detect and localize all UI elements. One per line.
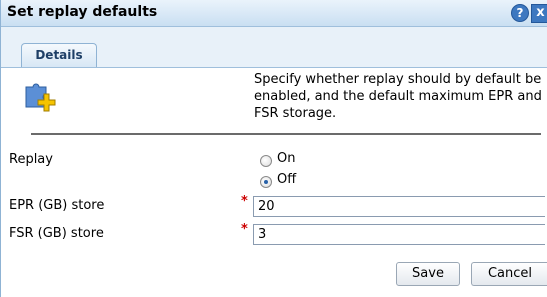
help-icon[interactable]: ?	[511, 4, 529, 22]
details-panel: Specify whether replay should by default…	[1, 68, 547, 297]
fsr-store-field[interactable]	[253, 224, 545, 245]
dialog-description: Specify whether replay should by default…	[254, 72, 542, 121]
dialog-title: Set replay defaults	[7, 4, 158, 20]
fsr-required-mark: *	[241, 222, 248, 237]
tab-details[interactable]: Details	[21, 43, 97, 67]
section-divider	[31, 133, 541, 135]
replay-off-radio[interactable]	[260, 176, 272, 188]
replay-on-label[interactable]: On	[277, 151, 295, 166]
puzzle-plugin-add-icon	[25, 83, 56, 112]
replay-off-label[interactable]: Off	[277, 172, 296, 187]
replay-on-radio[interactable]	[260, 155, 272, 167]
save-button[interactable]: Save	[396, 262, 460, 286]
epr-store-label: EPR (GB) store	[9, 198, 105, 213]
cancel-button[interactable]: Cancel	[471, 262, 547, 286]
replay-label: Replay	[9, 152, 53, 167]
close-icon[interactable]: x	[531, 4, 547, 23]
epr-store-field[interactable]	[253, 196, 545, 217]
dialog-titlebar: Set replay defaults ? x	[1, 0, 547, 27]
fsr-store-label: FSR (GB) store	[9, 226, 104, 241]
set-replay-defaults-dialog: Set replay defaults ? x Details Specify …	[0, 0, 547, 297]
epr-required-mark: *	[241, 194, 248, 209]
